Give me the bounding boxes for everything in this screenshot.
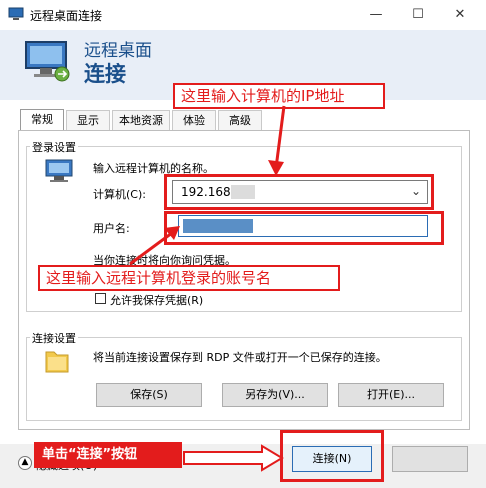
connection-description: 将当前连接设置保存到 RDP 文件或打开一个已保存的连接。 [93,351,387,364]
username-label: 用户名: [93,222,130,235]
computer-icon [45,159,73,182]
connection-settings-legend: 连接设置 [30,330,78,346]
maximize-button[interactable]: ☐ [398,4,438,26]
header-title-line2: 连接 [84,62,126,86]
login-settings-legend: 登录设置 [30,139,78,155]
tab-advanced[interactable]: 高级 [218,110,262,130]
chevron-up-icon[interactable]: ▲ [18,456,32,470]
tab-local-resources[interactable]: 本地资源 [112,110,170,130]
monitor-icon [25,41,70,82]
connect-annotation: 单击“连接”按钮 [34,442,182,468]
tab-experience[interactable]: 体验 [172,110,216,130]
tab-general[interactable]: 常规 [20,109,64,131]
window-title: 远程桌面连接 [30,9,103,23]
minimize-button[interactable]: — [356,4,396,26]
allow-save-credentials-checkbox[interactable] [95,293,106,304]
tab-display[interactable]: 显示 [66,110,110,130]
help-button-faded[interactable] [392,446,468,472]
username-highlight-box [164,211,444,245]
open-button[interactable]: 打开(E)... [338,383,444,407]
allow-save-credentials-label[interactable]: 允许我保存凭据(R) [110,292,203,308]
title-bar: 远程桌面连接 — ☐ ✕ [0,0,486,30]
folder-icon [45,351,69,373]
save-as-button[interactable]: 另存为(V)... [222,383,328,407]
connect-highlight-box [280,430,384,482]
ip-annotation: 这里输入计算机的IP地址 [173,83,385,109]
close-button[interactable]: ✕ [440,4,480,26]
remote-desktop-icon [8,7,24,20]
computer-label: 计算机(C): [93,188,146,201]
save-button[interactable]: 保存(S) [96,383,202,407]
username-annotation: 这里输入远程计算机登录的账号名 [38,265,340,291]
ip-highlight-box [164,174,434,210]
